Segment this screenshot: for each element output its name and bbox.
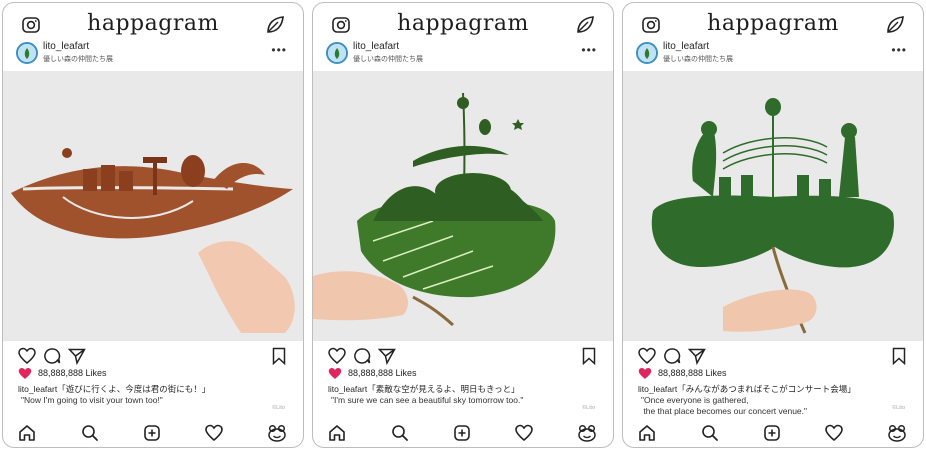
share-icon[interactable]: [688, 347, 706, 365]
app-logo: happagram: [397, 11, 529, 36]
leaf-icon[interactable]: [575, 15, 595, 35]
post-header: lito_leafart 優しい森の仲間たち展 •••: [3, 39, 303, 71]
bottom-nav: [3, 421, 303, 445]
home-icon[interactable]: [17, 423, 37, 443]
share-icon[interactable]: [378, 347, 396, 365]
app-logo: happagram: [707, 11, 839, 36]
leaf-art-boat: [11, 148, 295, 333]
activity-heart-icon[interactable]: [514, 423, 534, 443]
comment-icon[interactable]: [43, 347, 61, 365]
heart-outline-icon[interactable]: [18, 347, 36, 365]
heart-outline-icon[interactable]: [328, 347, 346, 365]
post-subtitle: 優しい森の仲間たち展: [353, 56, 423, 63]
credit: ©Lito: [582, 405, 595, 411]
username[interactable]: lito_leafart: [353, 41, 399, 52]
caption-user[interactable]: lito_leafart: [638, 384, 677, 394]
add-post-icon[interactable]: [762, 423, 782, 443]
comment-icon[interactable]: [663, 347, 681, 365]
home-icon[interactable]: [327, 423, 347, 443]
caption-user[interactable]: lito_leafart: [18, 384, 57, 394]
bottom-nav: [623, 421, 923, 445]
heart-filled-icon: [328, 368, 342, 379]
credit: ©Lito: [892, 405, 905, 411]
bookmark-icon[interactable]: [270, 347, 288, 365]
share-icon[interactable]: [68, 347, 86, 365]
username[interactable]: lito_leafart: [663, 41, 709, 52]
search-icon[interactable]: [390, 423, 410, 443]
avatar[interactable]: [16, 42, 38, 64]
add-post-icon[interactable]: [142, 423, 162, 443]
post-actions: [623, 345, 923, 367]
top-bar: happagram: [623, 3, 923, 39]
caption-jp: lito_leafart「遊びに行くよ、今度は君の街にも！」: [18, 383, 210, 395]
likes-text: 88,888,888 Likes: [658, 368, 727, 378]
post-subtitle: 優しい森の仲間たち展: [43, 56, 113, 63]
likes-text: 88,888,888 Likes: [38, 368, 107, 378]
leaf-icon[interactable]: [885, 15, 905, 35]
post-actions: [313, 345, 613, 367]
post-header: lito_leafart 優しい森の仲間たち展 •••: [623, 39, 923, 71]
more-options-icon[interactable]: •••: [891, 43, 907, 57]
avatar[interactable]: [326, 42, 348, 64]
post-header: lito_leafart 優しい森の仲間たち展 •••: [313, 39, 613, 71]
top-bar: happagram: [313, 3, 613, 39]
app-logo: happagram: [87, 11, 219, 36]
post-card-2: happagram lito_leafart 優しい森の仲間たち展 ••• 88…: [312, 2, 614, 448]
home-icon[interactable]: [637, 423, 657, 443]
more-options-icon[interactable]: •••: [271, 43, 287, 57]
top-bar: happagram: [3, 3, 303, 39]
profile-frog-icon[interactable]: [577, 423, 597, 443]
caption-jp-text: 「素敵な空が見えるよ、明日もきっと」: [367, 384, 520, 394]
search-icon[interactable]: [700, 423, 720, 443]
post-subtitle: 優しい森の仲間たち展: [663, 56, 733, 63]
comment-icon[interactable]: [353, 347, 371, 365]
leaf-icon[interactable]: [265, 15, 285, 35]
activity-heart-icon[interactable]: [204, 423, 224, 443]
bookmark-icon[interactable]: [580, 347, 598, 365]
leaf-art-sky: [313, 92, 556, 327]
caption-jp: lito_leafart「素敵な空が見えるよ、明日もきっと」: [328, 383, 520, 395]
post-card-3: happagram lito_leafart 優しい森の仲間たち展 ••• 88…: [622, 2, 924, 448]
leaf-art-concert: [651, 98, 894, 334]
bottom-nav: [313, 421, 613, 445]
caption-jp-text: 「遊びに行くよ、今度は君の街にも！」: [57, 384, 211, 394]
profile-frog-icon[interactable]: [267, 423, 287, 443]
post-image[interactable]: [313, 71, 613, 341]
username[interactable]: lito_leafart: [43, 41, 89, 52]
likes-text: 88,888,888 Likes: [348, 368, 417, 378]
add-post-icon[interactable]: [452, 423, 472, 443]
caption-jp: lito_leafart「みんながあつまればそこがコンサート会場」: [638, 383, 856, 395]
activity-heart-icon[interactable]: [824, 423, 844, 443]
heart-filled-icon: [18, 368, 32, 379]
post-actions: [3, 345, 303, 367]
profile-frog-icon[interactable]: [887, 423, 907, 443]
post-card-1: happagram lito_leafart 優しい森の仲間たち展 ••• 88…: [2, 2, 304, 448]
avatar[interactable]: [636, 42, 658, 64]
bookmark-icon[interactable]: [890, 347, 908, 365]
more-options-icon[interactable]: •••: [581, 43, 597, 57]
caption-en: "I'm sure we can see a beautiful sky tom…: [331, 395, 524, 405]
post-image[interactable]: [3, 71, 303, 341]
caption-jp-text: 「みんながあつまればそこがコンサート会場」: [677, 384, 856, 394]
heart-outline-icon[interactable]: [638, 347, 656, 365]
caption-en: "Now I'm going to visit your town too!": [21, 395, 163, 405]
caption-en: "Once everyone is gathered, the that pla…: [641, 395, 808, 416]
post-image[interactable]: [623, 71, 923, 341]
caption-user[interactable]: lito_leafart: [328, 384, 367, 394]
heart-filled-icon: [638, 368, 652, 379]
credit: ©Lito: [272, 405, 285, 411]
search-icon[interactable]: [80, 423, 100, 443]
